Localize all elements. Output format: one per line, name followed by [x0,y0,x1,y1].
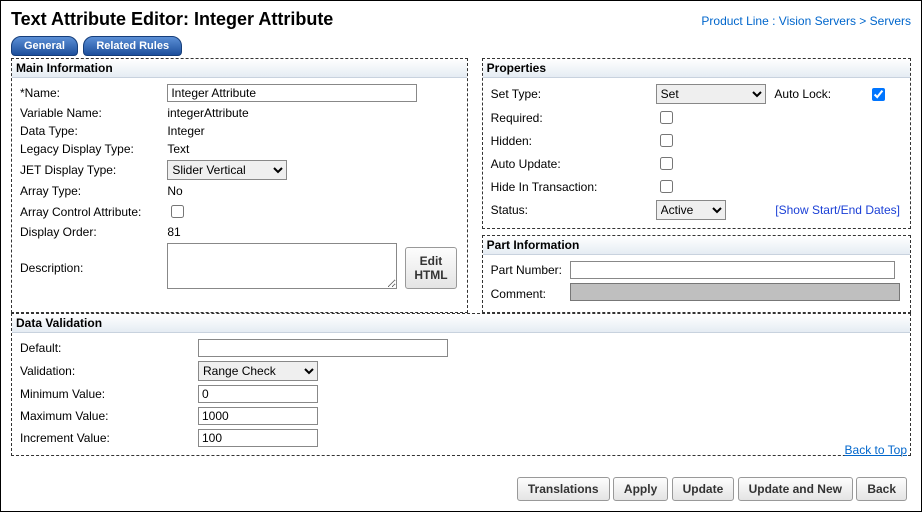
right-column: Properties Set Type: Set Auto Lock: [482,58,911,313]
varname-label: Variable Name: [16,104,163,122]
hidden-checkbox[interactable] [660,134,673,147]
datatype-value: Integer [163,122,460,140]
displayorder-value: 81 [163,223,460,241]
datatype-label: Data Type: [16,122,163,140]
footer: Back to Top Translations Apply Update Up… [15,443,907,501]
properties-panel: Properties Set Type: Set Auto Lock: [482,58,911,229]
properties-legend: Properties [483,59,910,78]
required-label: Required: [487,106,652,129]
required-checkbox[interactable] [660,111,673,124]
min-input[interactable] [198,385,318,403]
apply-button[interactable]: Apply [613,477,668,501]
hidden-label: Hidden: [487,129,652,152]
jet-label: JET Display Type: [16,158,163,182]
autoupdate-checkbox[interactable] [660,157,673,170]
displayorder-label: Display Order: [16,223,163,241]
breadcrumb-link-2[interactable]: Servers [870,14,911,28]
settype-label: Set Type: [487,82,652,106]
data-validation-legend: Data Validation [12,314,910,333]
top-panels: Main Information *Name: Variable Name: i… [11,58,911,313]
description-textarea[interactable] [167,243,397,289]
arraytype-value: No [163,182,460,200]
update-and-new-button[interactable]: Update and New [738,477,853,501]
settype-select[interactable]: Set [656,84,766,104]
main-information-panel: Main Information *Name: Variable Name: i… [11,58,468,313]
arraytype-label: Array Type: [16,182,163,200]
breadcrumb-sep: > [859,14,866,28]
comment-input[interactable] [570,283,900,301]
header-row: Text Attribute Editor: Integer Attribute… [11,7,911,36]
page: Text Attribute Editor: Integer Attribute… [0,0,922,512]
min-label: Minimum Value: [16,383,194,405]
jet-display-select[interactable]: Slider Vertical [167,160,287,180]
data-validation-panel: Data Validation Default: Validation: Ran… [11,313,911,456]
max-label: Maximum Value: [16,405,194,427]
default-label: Default: [16,337,194,359]
tab-general[interactable]: General [11,36,78,56]
partnumber-label: Part Number: [487,259,566,281]
translations-button[interactable]: Translations [517,477,610,501]
tab-related-rules[interactable]: Related Rules [83,36,182,56]
hidetxn-checkbox[interactable] [660,180,673,193]
status-select[interactable]: Active [656,200,726,220]
validation-label: Validation: [16,359,194,383]
name-label: *Name: [16,82,163,104]
breadcrumb-link-1[interactable]: Vision Servers [779,14,856,28]
main-information-legend: Main Information [12,59,467,78]
arrayctrl-label: Array Control Attribute: [16,200,163,223]
default-input[interactable] [198,339,448,357]
status-label: Status: [487,198,652,222]
description-label: Description: [16,241,163,294]
part-information-panel: Part Information Part Number: Comment: [482,235,911,313]
max-input[interactable] [198,407,318,425]
edit-html-button[interactable]: Edit HTML [405,247,456,289]
autolock-checkbox[interactable] [872,88,885,101]
page-title: Text Attribute Editor: Integer Attribute [11,9,333,30]
hidetxn-label: Hide In Transaction: [487,175,652,198]
validation-select[interactable]: Range Check [198,361,318,381]
tabs: General Related Rules [11,36,911,56]
comment-label: Comment: [487,281,566,306]
back-button[interactable]: Back [856,477,907,501]
array-control-checkbox[interactable] [171,205,184,218]
breadcrumb-prefix: Product Line : [701,14,775,28]
update-button[interactable]: Update [672,477,735,501]
varname-value: integerAttribute [163,104,460,122]
autoupdate-label: Auto Update: [487,152,652,175]
part-information-legend: Part Information [483,236,910,255]
breadcrumb: Product Line : Vision Servers > Servers [701,14,911,28]
name-input[interactable] [167,84,417,102]
legacy-value: Text [163,140,460,158]
partnumber-input[interactable] [570,261,895,279]
show-dates-link[interactable]: [Show Start/End Dates] [775,203,900,217]
autolock-label: Auto Lock: [770,82,863,106]
legacy-label: Legacy Display Type: [16,140,163,158]
back-to-top-link[interactable]: Back to Top [845,443,907,457]
